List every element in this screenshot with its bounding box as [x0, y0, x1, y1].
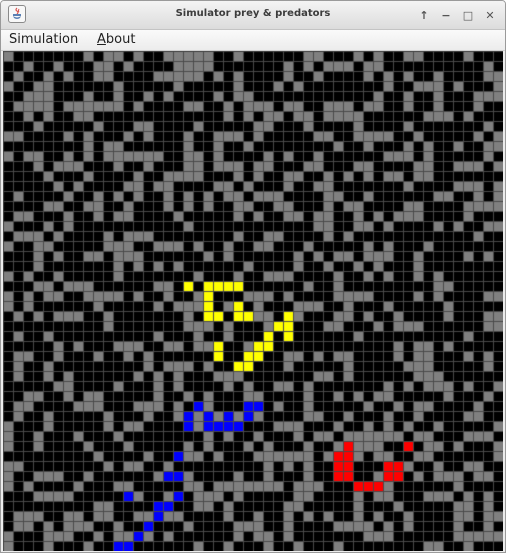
- menu-about[interactable]: About: [97, 32, 135, 47]
- menu-simulation-label: Simulation: [9, 32, 79, 47]
- maximize-up-button[interactable]: ↑: [415, 6, 433, 24]
- minimize-button[interactable]: −: [437, 6, 455, 24]
- menu-simulation[interactable]: Simulation: [9, 32, 78, 47]
- simulation-grid[interactable]: [3, 51, 503, 551]
- menu-about-mnemonic: A: [97, 32, 106, 47]
- menu-about-label: bout: [105, 32, 136, 47]
- simulation-grid-canvas[interactable]: [3, 51, 503, 551]
- title-bar[interactable]: Simulator prey & predators ↑ − □ ✕: [1, 1, 505, 30]
- menu-bar: Simulation About: [1, 30, 505, 51]
- restore-button[interactable]: □: [459, 6, 477, 24]
- app-window: Simulator prey & predators ↑ − □ ✕ Simul…: [0, 0, 506, 553]
- close-button[interactable]: ✕: [481, 6, 499, 24]
